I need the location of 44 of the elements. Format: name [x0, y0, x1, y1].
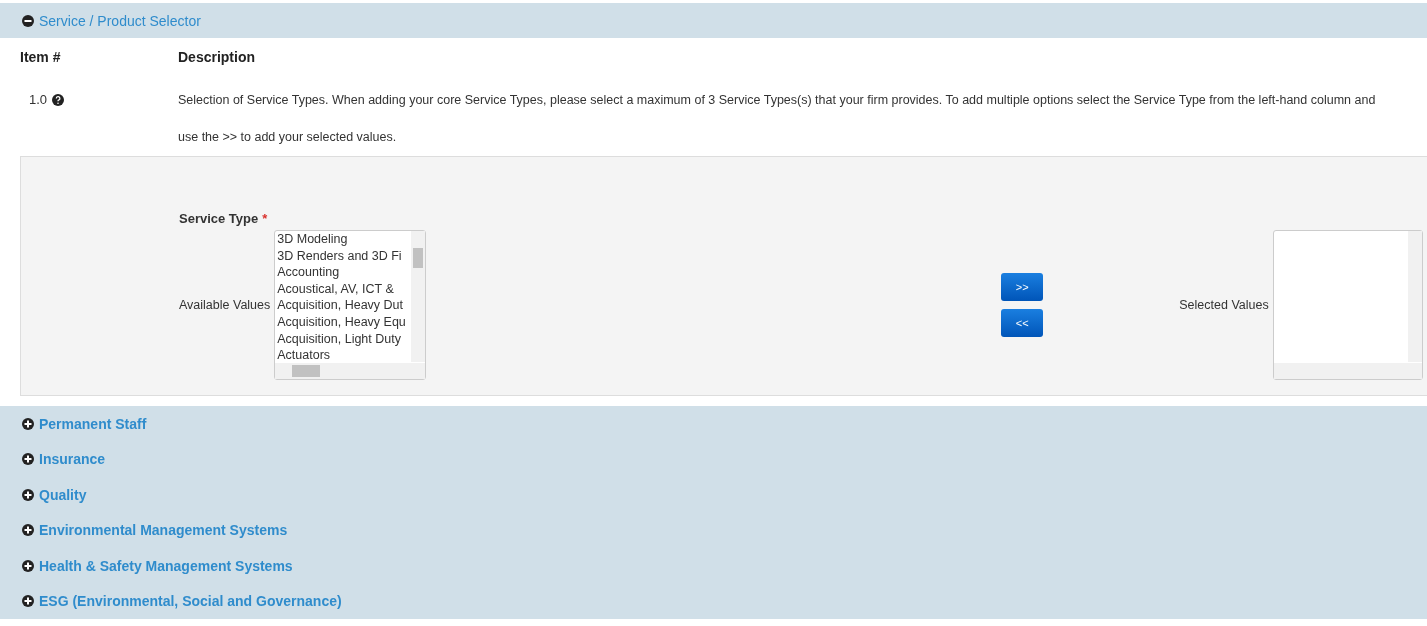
available-values-list[interactable]: 3D Modeling 3D Renders and 3D Fi Accounting Acoustical, AV, ICT & Acquisition, Heavy Dut Acquisition, Heavy Equ Acquisition, Light Duty Actuators	[274, 230, 427, 380]
vertical-scrollbar[interactable]	[1407, 231, 1422, 362]
horizontal-scrollbar[interactable]	[1273, 363, 1422, 379]
list-option[interactable]: Acoustical, AV, ICT &	[277, 280, 410, 298]
field-label: Service Type *	[179, 211, 269, 226]
item-description: Selection of Service Types. When adding your core Service Types, please select a maximum of 3 Service Types(s) that your firm provides. To add multiple options select the Service Type from the left-hand column and use the >> to add your selected values.	[178, 92, 1377, 146]
add-button[interactable]: >>	[1001, 273, 1044, 301]
section-title[interactable]: Health & Safety Management Systems	[39, 557, 293, 574]
item-number: 1.0	[29, 91, 48, 109]
section-header[interactable]: Permanent Staff	[0, 406, 1427, 442]
section-header[interactable]: Quality	[0, 477, 1427, 513]
list-label: Available Values	[179, 298, 271, 312]
column-header: Description	[178, 49, 255, 65]
section-header[interactable]: Service / Product Selector	[0, 3, 1427, 38]
list-label: Selected Values	[1179, 298, 1269, 312]
expand-icon[interactable]	[22, 559, 34, 572]
section-title[interactable]: Quality	[39, 486, 87, 503]
section-title[interactable]: Environmental Management Systems	[39, 522, 288, 539]
vertical-scrollbar[interactable]	[411, 231, 426, 362]
expand-icon[interactable]	[22, 595, 34, 608]
section-title[interactable]: Insurance	[39, 451, 106, 468]
list-option[interactable]: Accounting	[277, 264, 410, 281]
expand-icon[interactable]	[22, 453, 34, 466]
section-title[interactable]: Permanent Staff	[39, 415, 147, 432]
list-option[interactable]: Acquisition, Light Duty	[277, 330, 410, 348]
section-header[interactable]: Environmental Management Systems	[0, 512, 1427, 548]
expand-icon[interactable]	[22, 417, 34, 430]
column-header: Item #	[20, 49, 62, 65]
list-option[interactable]: Acquisition, Heavy Dut	[277, 297, 410, 314]
expand-icon[interactable]	[22, 488, 34, 501]
list-option[interactable]: 3D Modeling	[277, 231, 410, 248]
section-header[interactable]: ESG (Environmental, Social and Governance)	[0, 583, 1427, 619]
section-title[interactable]: ESG (Environmental, Social and Governance)	[39, 593, 342, 610]
horizontal-scrollbar[interactable]	[275, 363, 426, 379]
section-header[interactable]: Insurance	[0, 441, 1427, 477]
expand-icon[interactable]	[22, 524, 34, 537]
section-title[interactable]: Service / Product Selector	[39, 12, 201, 29]
help-icon[interactable]	[52, 94, 65, 106]
list-option[interactable]: 3D Renders and 3D Fi	[277, 247, 410, 265]
collapse-icon[interactable]	[22, 14, 34, 27]
section-header[interactable]: Health & Safety Management Systems	[0, 548, 1427, 584]
list-option[interactable]: Acquisition, Heavy Equ	[277, 313, 410, 331]
remove-button[interactable]: <<	[1001, 309, 1044, 337]
list-option[interactable]: Actuators	[277, 347, 410, 364]
